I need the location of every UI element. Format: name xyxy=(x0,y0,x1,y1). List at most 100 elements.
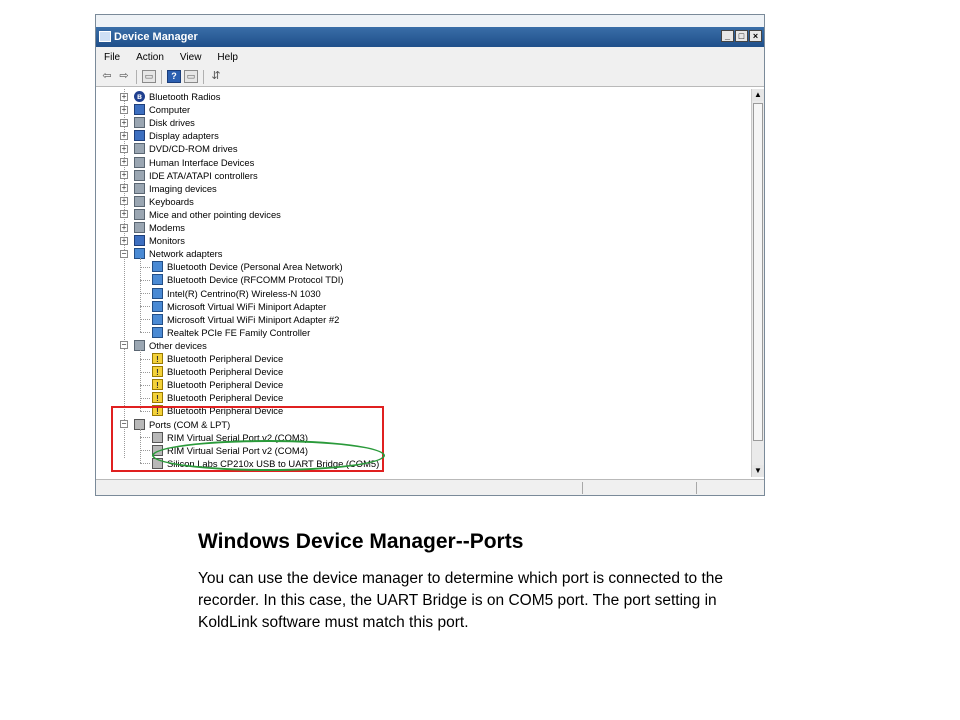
tree-category-label: Bluetooth Radios xyxy=(149,91,221,102)
toolbar-separator xyxy=(161,69,162,84)
tree-category[interactable]: Modems xyxy=(134,221,185,234)
close-button[interactable]: × xyxy=(749,30,762,42)
tree-category[interactable]: Human Interface Devices xyxy=(134,156,254,169)
network-adapter-icon xyxy=(152,274,163,286)
back-arrow-icon[interactable]: ⇦ xyxy=(100,70,114,83)
properties-icon[interactable]: ▭ xyxy=(142,70,156,83)
expand-toggle-icon[interactable]: + xyxy=(120,236,128,245)
computer-icon xyxy=(134,104,145,116)
tree-device-label: Microsoft Virtual WiFi Miniport Adapter … xyxy=(167,313,340,325)
tree-device[interactable]: ! Bluetooth Peripheral Device xyxy=(152,391,283,404)
tree-category[interactable]: ʙ Bluetooth Radios xyxy=(134,90,220,103)
vertical-scrollbar[interactable]: ▲ ▼ xyxy=(751,89,764,477)
tree-category[interactable]: DVD/CD-ROM drives xyxy=(134,142,238,155)
expand-toggle-icon[interactable]: + xyxy=(120,92,128,101)
expand-toggle-icon[interactable]: + xyxy=(120,184,128,193)
tree-category[interactable]: Keyboards xyxy=(134,195,194,208)
scroll-down-icon[interactable]: ▼ xyxy=(752,465,764,477)
display-adapter-icon xyxy=(134,130,145,142)
monitor-icon xyxy=(134,235,145,247)
tree-device[interactable]: Realtek PCIe FE Family Controller xyxy=(152,326,310,339)
tree-device[interactable]: Microsoft Virtual WiFi Miniport Adapter … xyxy=(152,313,339,326)
help-icon[interactable]: ? xyxy=(167,70,181,83)
tree-device[interactable]: Intel(R) Centrino(R) Wireless-N 1030 xyxy=(152,287,321,300)
expand-toggle-icon[interactable]: − xyxy=(120,249,128,258)
tree-device[interactable]: Bluetooth Device (RFCOMM Protocol TDI) xyxy=(152,273,343,286)
menu-file[interactable]: File xyxy=(96,52,128,63)
tree-category-label: Keyboards xyxy=(149,195,194,207)
toolbar-separator xyxy=(136,69,137,84)
scan-hardware-icon[interactable]: ▭ xyxy=(184,70,198,83)
expand-toggle-icon[interactable]: + xyxy=(120,105,128,114)
tree-category[interactable]: Other devices xyxy=(134,339,207,352)
slide-title: Windows Device Manager--Ports xyxy=(198,530,524,553)
tree-device[interactable]: ! Bluetooth Peripheral Device xyxy=(152,352,283,365)
tree-category[interactable]: Imaging devices xyxy=(134,182,217,195)
tree-category[interactable]: Network adapters xyxy=(134,247,222,260)
tree-category-label: IDE ATA/ATAPI controllers xyxy=(149,169,258,181)
tree-device-label: Bluetooth Device (Personal Area Network) xyxy=(167,261,343,273)
tree-device[interactable]: Microsoft Virtual WiFi Miniport Adapter xyxy=(152,300,326,313)
expand-toggle-icon[interactable]: + xyxy=(120,223,128,232)
warning-device-icon: ! xyxy=(152,366,163,378)
camera-icon xyxy=(134,182,145,194)
tree-category[interactable]: IDE ATA/ATAPI controllers xyxy=(134,169,258,182)
tree-category[interactable]: Mice and other pointing devices xyxy=(134,208,281,221)
update-driver-icon[interactable]: ⇵ xyxy=(209,70,223,83)
tree-category-label: Display adapters xyxy=(149,130,219,142)
tree-branch-line xyxy=(140,306,150,308)
tree-category-label: Computer xyxy=(149,104,191,116)
tree-device[interactable]: ! Bluetooth Peripheral Device xyxy=(152,378,283,391)
tree-category-label: Disk drives xyxy=(149,117,195,129)
tree-category-label: Other devices xyxy=(149,339,207,351)
window-top-strip xyxy=(96,15,764,27)
tree-branch-line xyxy=(140,332,150,334)
tree-category[interactable]: Display adapters xyxy=(134,129,219,142)
tree-branch-line xyxy=(140,358,150,360)
menu-help[interactable]: Help xyxy=(209,52,246,63)
mouse-icon xyxy=(134,208,145,220)
bluetooth-icon: ʙ xyxy=(134,91,145,102)
tree-branch-line xyxy=(140,371,150,373)
expand-toggle-icon[interactable]: + xyxy=(120,131,128,140)
menu-view[interactable]: View xyxy=(172,52,210,63)
scroll-up-icon[interactable]: ▲ xyxy=(752,89,764,101)
slide-body: You can use the device manager to determ… xyxy=(198,570,724,631)
ide-controller-icon xyxy=(134,169,145,181)
tree-device-label: Bluetooth Peripheral Device xyxy=(167,353,284,364)
status-divider xyxy=(582,482,583,494)
tree-category-label: Monitors xyxy=(149,235,185,247)
network-adapter-icon xyxy=(152,261,163,273)
maximize-button[interactable]: □ xyxy=(735,30,748,42)
tree-category-label: Network adapters xyxy=(149,248,223,260)
tree-category[interactable]: Disk drives xyxy=(134,116,195,129)
menu-action[interactable]: Action xyxy=(128,52,172,63)
tree-category-label: Imaging devices xyxy=(149,182,217,194)
expand-toggle-icon[interactable]: − xyxy=(120,341,128,350)
tree-device[interactable]: ! Bluetooth Peripheral Device xyxy=(152,365,283,378)
modem-icon xyxy=(134,222,145,233)
expand-toggle-icon[interactable]: + xyxy=(120,210,128,219)
tree-child-line xyxy=(140,258,141,333)
tree-category[interactable]: Monitors xyxy=(134,234,185,247)
expand-toggle-icon[interactable]: + xyxy=(120,197,128,206)
expand-toggle-icon[interactable]: + xyxy=(120,118,128,127)
expand-toggle-icon[interactable]: + xyxy=(120,144,128,153)
tree-category[interactable]: Computer xyxy=(134,103,190,116)
status-divider xyxy=(696,482,697,494)
tree-device[interactable]: Bluetooth Device (Personal Area Network) xyxy=(152,260,343,273)
forward-arrow-icon[interactable]: ⇨ xyxy=(117,70,131,83)
disk-drive-icon xyxy=(134,117,145,129)
tree-branch-line xyxy=(140,279,150,281)
scroll-thumb[interactable] xyxy=(753,103,763,441)
network-adapter-icon xyxy=(152,300,163,312)
minimize-button[interactable]: _ xyxy=(721,30,734,42)
tree-device-label: Intel(R) Centrino(R) Wireless-N 1030 xyxy=(167,287,321,299)
expand-toggle-icon[interactable]: + xyxy=(120,171,128,180)
device-manager-icon xyxy=(99,31,111,42)
tree-device-label: Bluetooth Peripheral Device xyxy=(167,379,284,391)
warning-device-icon: ! xyxy=(152,379,163,391)
toolbar: ⇦ ⇨ ▭ ? ▭ ⇵ xyxy=(96,67,764,87)
title-bar[interactable]: Device Manager _ □ × xyxy=(96,27,764,47)
expand-toggle-icon[interactable]: + xyxy=(120,158,128,166)
